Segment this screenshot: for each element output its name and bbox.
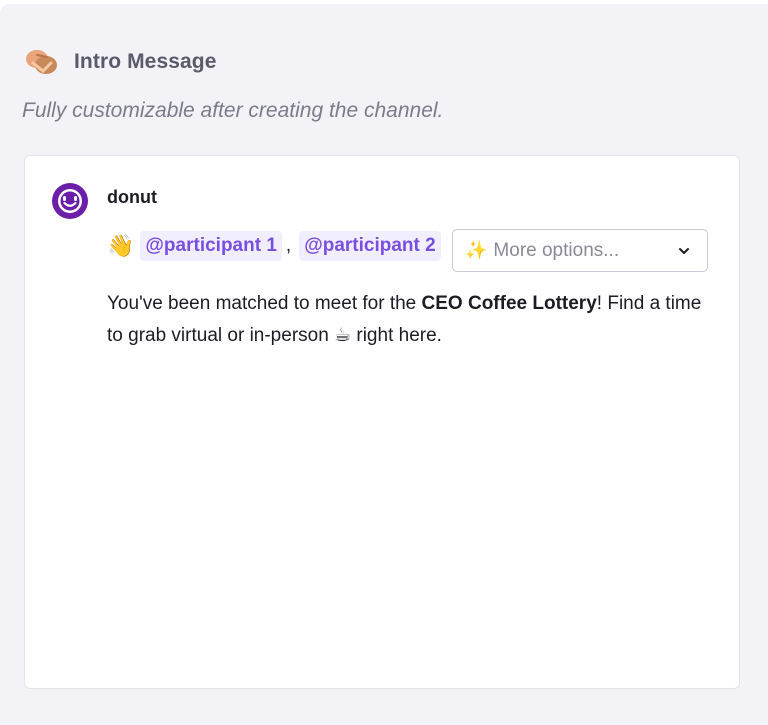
section-subtitle: Fully customizable after creating the ch… <box>22 99 444 122</box>
mention-participant-1[interactable]: @participant 1 <box>140 231 282 261</box>
event-name: CEO Coffee Lottery <box>421 293 597 314</box>
message-text-part3: right here. <box>351 325 442 346</box>
chevron-down-icon <box>677 244 691 258</box>
bot-name: donut <box>107 187 157 207</box>
coffee-emoji-icon: ☕ <box>334 325 352 346</box>
mention-separator: , <box>285 235 292 256</box>
message-body: You've been matched to meet for the CEO … <box>107 288 717 352</box>
mention-row: 👋 @participant 1 , @participant 2 <box>107 228 441 264</box>
mention-participant-2[interactable]: @participant 2 <box>299 231 441 261</box>
sparkle-icon: ✨ <box>465 240 488 260</box>
wave-emoji-icon: 👋 <box>107 233 135 258</box>
more-options-label: More options... <box>493 239 620 261</box>
message-text-part1: You've been matched to meet for the <box>107 293 422 314</box>
more-options-dropdown[interactable]: ✨ More options... <box>452 229 708 272</box>
message-preview-card: donut 👋 @participant 1 , @participant 2 … <box>24 155 740 689</box>
handshake-icon <box>24 44 60 80</box>
section-header: Intro Message <box>24 44 217 80</box>
intro-message-panel: Intro Message Fully customizable after c… <box>0 4 768 725</box>
donut-bot-avatar <box>51 182 89 220</box>
section-title: Intro Message <box>74 50 217 73</box>
